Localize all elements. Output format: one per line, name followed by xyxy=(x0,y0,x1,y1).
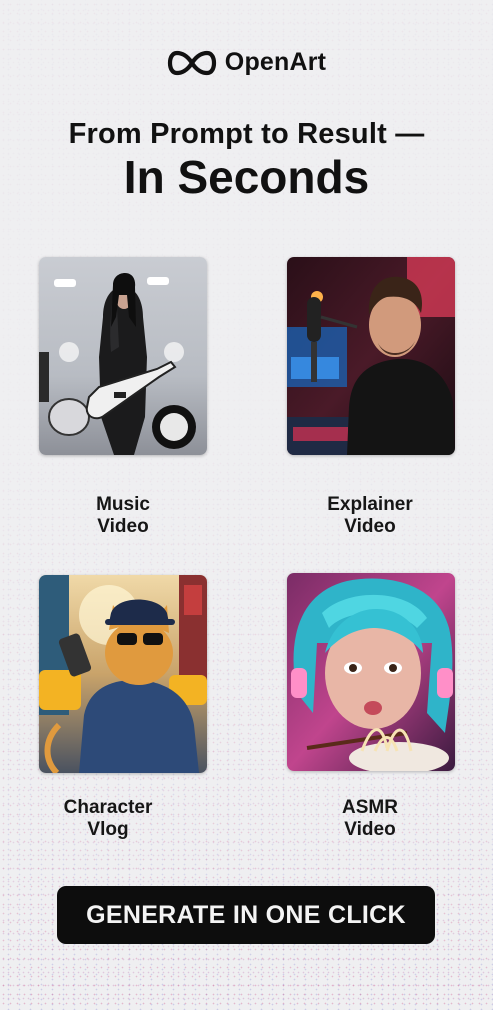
character-vlog-illustration xyxy=(39,575,207,773)
card-label-explainer-video: Explainer Video xyxy=(327,494,413,537)
brand-name: OpenArt xyxy=(224,48,327,76)
headline-line-1: From Prompt to Result — xyxy=(68,118,425,150)
infinity-icon xyxy=(167,50,216,75)
podcaster-microphone-photo[interactable] xyxy=(287,257,455,455)
headline-line-2: In Seconds xyxy=(123,151,370,203)
card-label-music-video: Music Video xyxy=(96,494,150,537)
music-video-illustration xyxy=(39,257,207,455)
card-label-character-vlog: Character Vlog xyxy=(63,797,153,840)
generate-button[interactable]: GENERATE IN ONE CLICK xyxy=(57,886,435,944)
card-label-asmr-video: ASMR Video xyxy=(342,797,398,840)
woman-eating-noodles-photo[interactable] xyxy=(287,573,455,771)
rock-guitarist-photo[interactable] xyxy=(39,257,207,455)
brand-logo: OpenArt xyxy=(0,48,493,77)
cat-selfie-city-photo[interactable] xyxy=(39,575,207,773)
explainer-video-illustration xyxy=(287,257,455,455)
asmr-video-illustration xyxy=(287,573,455,771)
